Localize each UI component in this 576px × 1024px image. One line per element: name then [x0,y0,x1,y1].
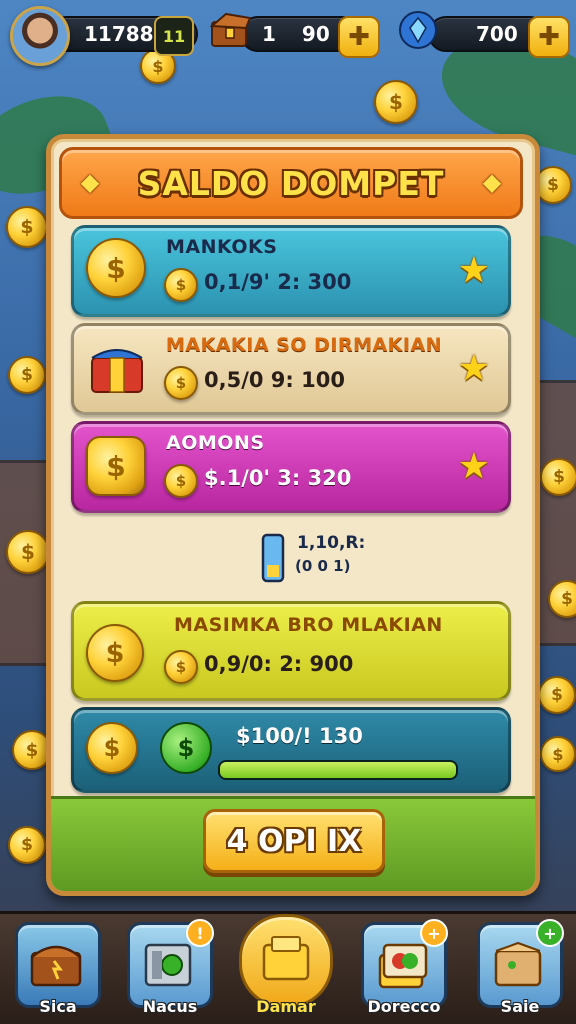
nav-label: Sica [39,997,77,1016]
wallet-panel: ◆ SALDO DOMPET ◆ $ MANKOKS $ 0,1/9' 2: 3… [46,134,540,896]
claim-button[interactable]: 4 OPI IX [203,809,385,873]
row-title: MANKOKS [166,236,278,258]
coin-icon: $ [6,530,50,574]
battery-icon [261,533,285,583]
coin-icon: $ [164,366,198,400]
nav-tile [15,922,101,1008]
nav-badge: + [536,919,564,947]
crate-icon [494,941,542,987]
row-value: 0,5/0 9: 100 [204,368,345,392]
battery-item: 1,10,R: (0 0 1) [259,531,365,587]
wallet-row-total[interactable]: $ $ $100/! 130 [71,707,511,793]
wallet-icon [262,936,310,981]
coin-icon: $ [540,736,576,772]
gem-icon [399,11,437,49]
nav-badge: ! [186,919,214,947]
nav-item-damar[interactable]: Damar [239,914,333,1018]
coin-icon: $ [548,580,576,618]
add-gem-button[interactable]: ✚ [528,16,570,58]
star-icon: ★ [457,446,490,487]
nav-item-nacus[interactable]: ! Nacus [127,919,214,1018]
arrow-left-icon[interactable]: ◆ [76,168,104,196]
card-stack-icon [378,943,428,989]
row-value: 0,1/9' 2: 300 [204,270,352,294]
row-value: $.1/0' 3: 320 [204,466,352,490]
chest-value: 90 [301,22,330,46]
arrow-right-icon[interactable]: ◆ [478,168,506,196]
nav-tile: + [477,919,564,1008]
coin-icon: $ [164,650,198,684]
row-value: 0,9/0: 2: 900 [204,652,354,676]
row-title: AOMONS [166,432,265,454]
coin-icon: $ [164,464,198,498]
nav-tile: ! [127,919,214,1008]
player-avatar[interactable] [10,6,70,66]
progress-fill [220,762,456,778]
nav-label: Dorecco [367,997,441,1016]
row-value: $100/! 130 [236,724,363,748]
nav-item-sica[interactable]: Sica [15,922,101,1018]
row-title: MAKAKIA SO DIRMAKIAN [166,334,443,356]
battery-sublabel: (0 0 1) [295,557,351,575]
wallet-row-masimka[interactable]: $ MASIMKA BRO MLAKIAN $ 0,9/0: 2: 900 [71,601,511,701]
nav-tile: + [361,919,448,1008]
gift-box-icon [91,349,143,393]
treasure-chest-icon [30,945,82,987]
coin-icon: $ [8,356,46,394]
level-badge: 11 [154,16,194,56]
star-icon: ★ [457,348,490,389]
player-score: 11788 [84,22,154,46]
battery-label: 1,10,R: [297,533,366,553]
coin-icon: $ [8,826,46,864]
coin-icon: $ [86,722,138,774]
panel-header: ◆ SALDO DOMPET ◆ [59,147,523,219]
wallet-row-mankoks[interactable]: $ MANKOKS $ 0,1/9' 2: 300 ★ [71,225,511,317]
safe-icon [144,943,192,987]
coin-icon: $ [86,624,144,682]
chest-icon [209,12,252,47]
nav-item-dorecco[interactable]: + Dorecco [361,919,448,1018]
coin-stack-icon: $ [86,238,146,298]
nav-badge: + [420,919,448,947]
add-chest-button[interactable]: ✚ [338,16,380,58]
row-title: MASIMKA BRO MLAKIAN [174,614,443,636]
nav-label: Saie [500,997,540,1016]
cash-icon: $ [160,722,212,774]
coin-icon: $ [374,80,418,124]
nav-tile-active [239,914,333,1008]
coin-icon: $ [164,268,198,302]
gem-value: 700 [476,22,518,46]
coin-icon: $ [538,676,576,714]
top-hud: 11788 11 1 90 ✚ 700 ✚ [8,6,570,66]
progress-track [218,760,458,780]
coin-pile-icon: $ [86,436,146,496]
wallet-row-aomons[interactable]: $ AOMONS $ $.1/0' 3: 320 ★ [71,421,511,513]
star-icon: ★ [457,250,490,291]
chest-count: 1 [262,22,276,46]
panel-title: SALDO DOMPET [137,163,445,203]
wallet-row-makakia[interactable]: MAKAKIA SO DIRMAKIAN $ 0,5/0 9: 100 ★ [71,323,511,415]
nav-item-saie[interactable]: + Saie [477,919,564,1018]
coin-icon: $ [540,458,576,496]
coin-icon: $ [6,206,48,248]
nav-label: Nacus [142,997,198,1016]
nav-label: Damar [256,997,316,1016]
